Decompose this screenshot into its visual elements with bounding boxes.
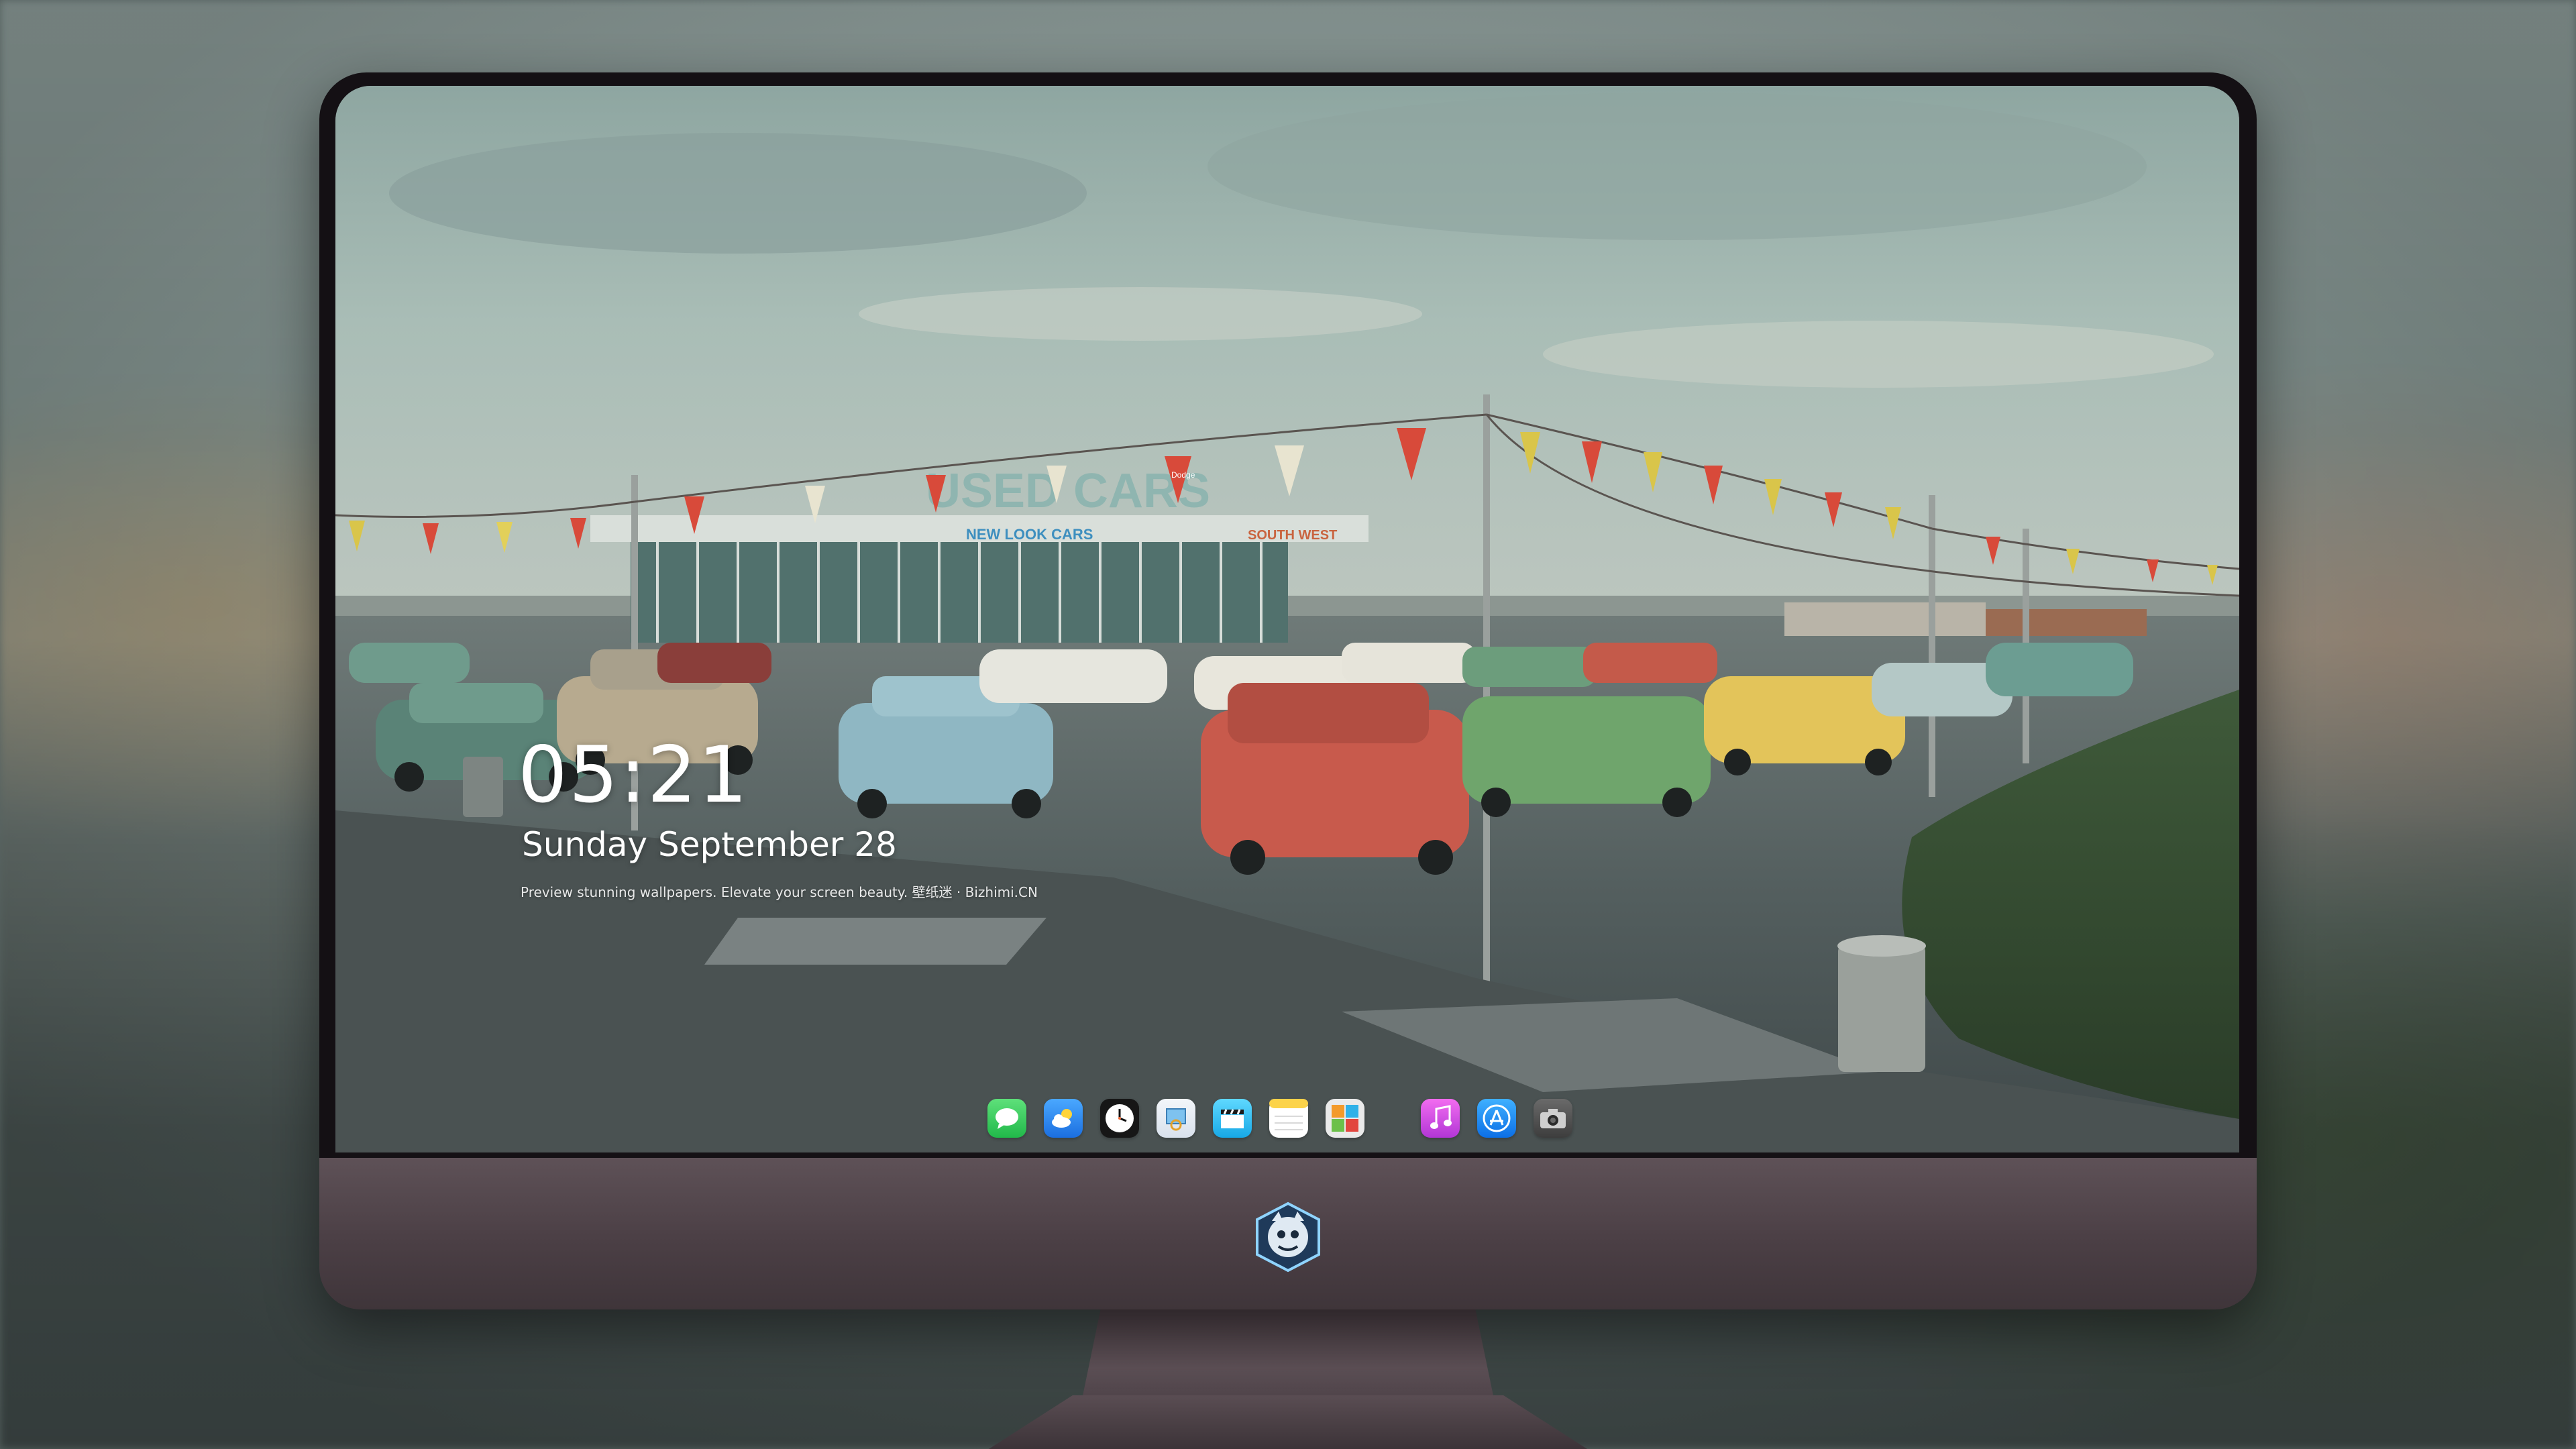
monitor-stand-base xyxy=(989,1395,1587,1449)
wallpaper-caption: Preview stunning wallpapers. Elevate you… xyxy=(521,884,1038,900)
wallpaper-used-car-lot: USED CARS NEW LOOK CARS SOUTH WEST Dodge xyxy=(335,86,2239,1152)
dock xyxy=(987,1088,1609,1148)
preview-icon xyxy=(1166,1108,1186,1131)
clock-icon xyxy=(1106,1104,1134,1132)
preview-app-icon[interactable] xyxy=(1157,1099,1195,1138)
camera-app-icon[interactable] xyxy=(1534,1099,1572,1138)
clock-app-icon[interactable] xyxy=(1100,1099,1139,1138)
app-store-icon xyxy=(1483,1104,1511,1132)
message-bubble-icon xyxy=(996,1108,1018,1129)
weather-app-icon[interactable] xyxy=(1044,1099,1083,1138)
new-look-cars-sign: NEW LOOK CARS xyxy=(966,526,1093,543)
monitor-stand-neck xyxy=(1080,1308,1496,1409)
photo-booth-app-icon[interactable] xyxy=(1326,1099,1364,1138)
lock-screen-clock: 05:21 xyxy=(518,730,749,820)
messages-app-icon[interactable] xyxy=(987,1099,1026,1138)
cloud-sun-icon xyxy=(1052,1109,1072,1128)
photo-grid-icon xyxy=(1332,1105,1358,1132)
notes-app-icon[interactable] xyxy=(1269,1099,1308,1138)
pennant-label: Dodge xyxy=(1171,470,1195,480)
lock-screen-date: Sunday September 28 xyxy=(522,825,897,864)
notes-icon xyxy=(1269,1099,1308,1130)
used-cars-sign: USED CARS xyxy=(926,464,1210,518)
app-store-app-icon[interactable] xyxy=(1477,1099,1516,1138)
clapperboard-icon xyxy=(1221,1109,1244,1128)
clips-app-icon[interactable] xyxy=(1213,1099,1252,1138)
music-app-icon[interactable] xyxy=(1421,1099,1460,1138)
mascot-logo-icon xyxy=(1252,1201,1324,1273)
south-west-sign: SOUTH WEST xyxy=(1248,528,1337,543)
dock-separator xyxy=(1382,1099,1385,1138)
screen: USED CARS NEW LOOK CARS SOUTH WEST Dodge… xyxy=(335,86,2239,1152)
music-note-icon xyxy=(1430,1105,1452,1129)
camera-icon xyxy=(1540,1109,1566,1128)
